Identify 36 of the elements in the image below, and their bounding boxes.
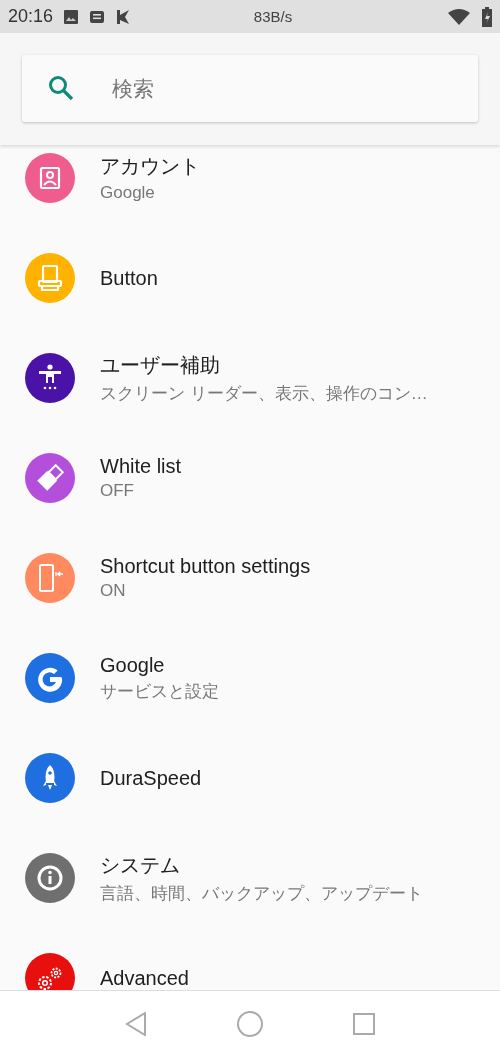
- item-title: Shortcut button settings: [100, 555, 311, 578]
- item-title: Google: [100, 653, 166, 677]
- search-field[interactable]: 検索: [22, 55, 478, 122]
- item-title: White list: [100, 455, 182, 478]
- wifi-icon: [448, 8, 470, 25]
- settings-item[interactable]: ユーザー補助 スクリーン リーダー、表示、操作のコン…: [0, 328, 500, 428]
- item-title: DuraSpeed: [100, 766, 202, 790]
- item-title: Button: [100, 266, 158, 290]
- recents-button[interactable]: [353, 1012, 375, 1035]
- settings-item[interactable]: White list OFF: [0, 428, 500, 528]
- settings-item[interactable]: Google サービスと設定: [0, 628, 500, 728]
- settings-item[interactable]: DuraSpeed: [0, 728, 500, 828]
- search-icon: [48, 75, 74, 101]
- item-summary: ON: [100, 581, 127, 601]
- home-button[interactable]: [237, 1010, 263, 1037]
- item-summary: Google: [100, 183, 156, 203]
- item-summary: サービスと設定: [100, 680, 219, 703]
- item-summary: スクリーン リーダー、表示、操作のコン…: [100, 382, 428, 405]
- item-title: ユーザー補助: [100, 352, 221, 378]
- item-summary: OFF: [100, 481, 135, 501]
- settings-item[interactable]: Advanced: [0, 928, 500, 990]
- back-button[interactable]: [125, 1011, 147, 1036]
- settings-item[interactable]: Shortcut button settings ON: [0, 528, 500, 628]
- item-title: アカウント: [100, 154, 200, 179]
- battery-icon: [482, 6, 492, 27]
- message-icon: [89, 9, 106, 24]
- network-speed: 83B/s: [252, 8, 294, 25]
- notification-icon: [115, 8, 132, 25]
- settings-item[interactable]: Button: [0, 228, 500, 328]
- image-icon: [63, 8, 80, 25]
- clock: 20:16: [8, 6, 54, 27]
- item-summary: 言語、時間、バックアップ、アップデート: [100, 882, 423, 905]
- item-title: Advanced: [100, 966, 189, 990]
- settings-item[interactable]: システム 言語、時間、バックアップ、アップデート: [0, 828, 500, 928]
- item-title: システム: [100, 852, 181, 878]
- settings-item[interactable]: アカウント Google: [0, 145, 500, 228]
